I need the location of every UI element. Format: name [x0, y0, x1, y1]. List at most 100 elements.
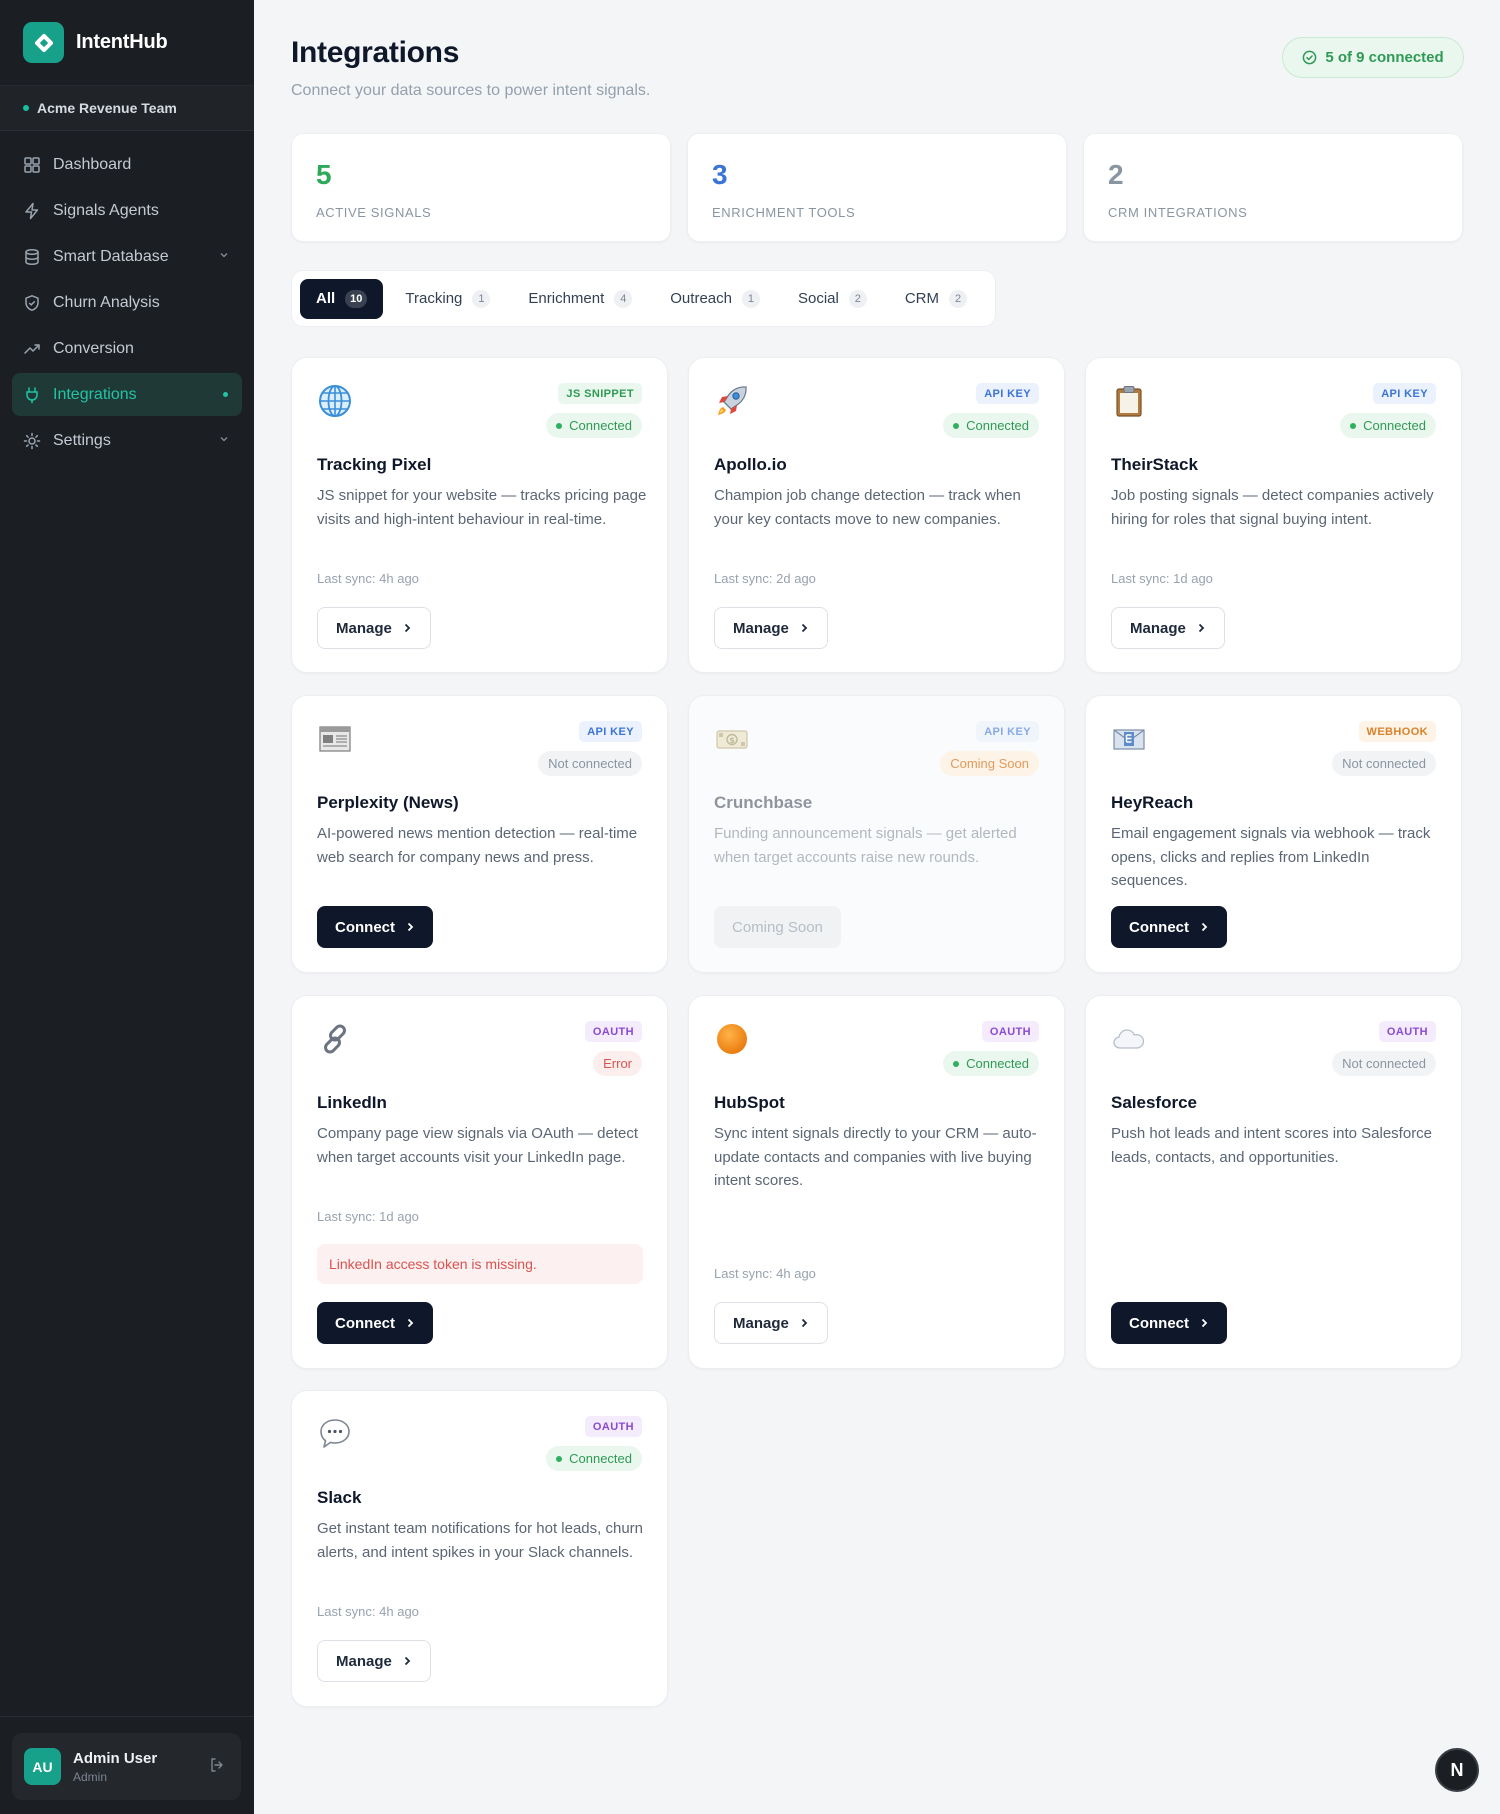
integration-card-salesforce: OAUTH Not connected Salesforce Push hot …	[1085, 995, 1462, 1369]
connect-button[interactable]: Connect	[1111, 906, 1227, 948]
chevron-right-icon	[1199, 1318, 1209, 1328]
tab-count: 10	[345, 289, 368, 308]
tab-enrichment[interactable]: Enrichment 4	[512, 279, 648, 319]
status-badge: Not connected	[1332, 1051, 1436, 1076]
tab-all[interactable]: All 10	[300, 278, 384, 319]
email-icon	[1111, 721, 1147, 757]
manage-button[interactable]: Manage	[1111, 607, 1225, 649]
stat-label: ENRICHMENT TOOLS	[712, 205, 856, 220]
chevron-down-icon[interactable]	[218, 248, 230, 266]
manage-button[interactable]: Manage	[714, 607, 828, 649]
status-badge: Connected	[546, 1446, 642, 1471]
stat-value: 3	[712, 159, 728, 190]
sidebar-item-smart-database[interactable]: Smart Database	[12, 235, 242, 278]
tab-outreach[interactable]: Outreach 1	[654, 279, 776, 319]
button-label: Manage	[733, 1314, 789, 1332]
integration-description: Sync intent signals directly to your CRM…	[714, 1125, 1037, 1189]
sidebar-item-label: Settings	[53, 431, 111, 449]
stat-label: CRM INTEGRATIONS	[1108, 205, 1248, 220]
sidebar-item-churn-analysis[interactable]: Churn Analysis	[12, 281, 242, 324]
integration-type-tag: API KEY	[976, 383, 1039, 404]
last-sync: Last sync: 4h ago	[317, 1604, 419, 1619]
page-title: Integrations	[291, 36, 460, 69]
button-label: Connect	[335, 1314, 395, 1332]
last-sync: Last sync: 4h ago	[714, 1266, 816, 1281]
manage-button[interactable]: Manage	[714, 1302, 828, 1344]
integration-card-slack: OAUTH Connected Slack Get instant team n…	[291, 1390, 668, 1707]
button-label: Connect	[335, 918, 395, 936]
integration-name: Crunchbase	[714, 793, 813, 812]
integration-type-tag: WEBHOOK	[1358, 721, 1436, 742]
sidebar-item-dashboard[interactable]: Dashboard	[12, 143, 242, 186]
integration-type-tag: OAUTH	[584, 1416, 642, 1437]
integration-card-crunchbase: $ API KEY Coming Soon Crunchbase Funding…	[688, 695, 1065, 973]
integration-description: AI-powered news mention detection — real…	[317, 825, 638, 866]
integration-type-tag: API KEY	[1373, 383, 1436, 404]
stat-value: 5	[316, 159, 332, 190]
tab-social[interactable]: Social 2	[782, 279, 883, 319]
status-badge: Connected	[943, 1051, 1039, 1076]
tab-label: Outreach	[670, 290, 732, 307]
button-label: Manage	[1130, 619, 1186, 637]
sidebar-item-signals-agents[interactable]: Signals Agents	[12, 189, 242, 232]
team-switcher[interactable]: Acme Revenue Team	[0, 86, 254, 131]
status-badge: Connected	[1340, 413, 1436, 438]
bolt-icon	[23, 202, 41, 220]
chevron-right-icon	[405, 922, 415, 932]
integration-description: Company page view signals via OAuth — de…	[317, 1125, 638, 1166]
integration-name: LinkedIn	[317, 1093, 387, 1112]
integration-name: Perplexity (News)	[317, 793, 459, 812]
page-subtitle: Connect your data sources to power inten…	[291, 82, 651, 99]
chevron-right-icon	[402, 623, 412, 633]
tab-count: 2	[848, 289, 867, 308]
main-content: Integrations Connect your data sources t…	[254, 0, 1500, 1814]
tab-tracking[interactable]: Tracking 1	[389, 279, 506, 319]
sidebar-item-integrations[interactable]: Integrations	[12, 373, 242, 416]
manage-button[interactable]: Manage	[317, 1640, 431, 1682]
integration-name: HeyReach	[1111, 793, 1194, 812]
integration-card-tracking-pixel: JS SNIPPET Connected Tracking Pixel JS s…	[291, 357, 668, 673]
chevron-right-icon	[799, 623, 809, 633]
check-circle-icon	[1302, 50, 1317, 65]
integration-description: Champion job change detection — track wh…	[714, 487, 1021, 528]
connect-button[interactable]: Connect	[317, 906, 433, 948]
last-sync: Last sync: 4h ago	[317, 571, 419, 586]
money-icon: $	[714, 721, 750, 757]
status-badge: Not connected	[1332, 751, 1436, 776]
globe-icon	[317, 383, 353, 419]
button-label: Manage	[733, 619, 789, 637]
chevron-down-icon[interactable]	[218, 432, 230, 450]
logout-icon[interactable]	[209, 1757, 225, 1778]
integration-name: Salesforce	[1111, 1093, 1197, 1112]
last-sync: Last sync: 1d ago	[1111, 571, 1213, 586]
status-badge: Connected	[943, 413, 1039, 438]
manage-button[interactable]: Manage	[317, 607, 431, 649]
button-label: Connect	[1129, 918, 1189, 936]
sidebar-item-conversion[interactable]: Conversion	[12, 327, 242, 370]
connect-button[interactable]: Connect	[1111, 1302, 1227, 1344]
orange-circle-icon	[714, 1021, 750, 1057]
sidebar-item-settings[interactable]: Settings	[12, 419, 242, 462]
tab-crm[interactable]: CRM 2	[889, 279, 983, 319]
integration-description: Job posting signals — detect companies a…	[1111, 487, 1434, 528]
user-profile[interactable]: AU Admin User Admin	[12, 1733, 241, 1800]
brand-logo-icon	[23, 22, 64, 63]
cloud-icon	[1111, 1021, 1147, 1057]
sidebar-item-label: Signals Agents	[53, 201, 159, 219]
button-label: Manage	[336, 1652, 392, 1670]
chevron-right-icon	[1196, 623, 1206, 633]
clipboard-icon	[1111, 383, 1147, 419]
floating-action-button[interactable]: N	[1435, 1748, 1479, 1792]
trend-icon	[23, 340, 41, 358]
integration-name: HubSpot	[714, 1093, 785, 1112]
user-role: Admin	[73, 1769, 108, 1784]
tab-label: Tracking	[405, 290, 463, 307]
team-status-dot	[23, 105, 29, 111]
integration-description: JS snippet for your website — tracks pri…	[317, 487, 647, 528]
connect-button[interactable]: Connect	[317, 1302, 433, 1344]
error-message: LinkedIn access token is missing.	[317, 1244, 643, 1284]
brand[interactable]: IntentHub	[0, 0, 254, 86]
integration-description: Get instant team notifications for hot l…	[317, 1520, 644, 1561]
integration-card-apollo: API KEY Connected Apollo.io Champion job…	[688, 357, 1065, 673]
sidebar-item-label: Integrations	[53, 385, 137, 403]
